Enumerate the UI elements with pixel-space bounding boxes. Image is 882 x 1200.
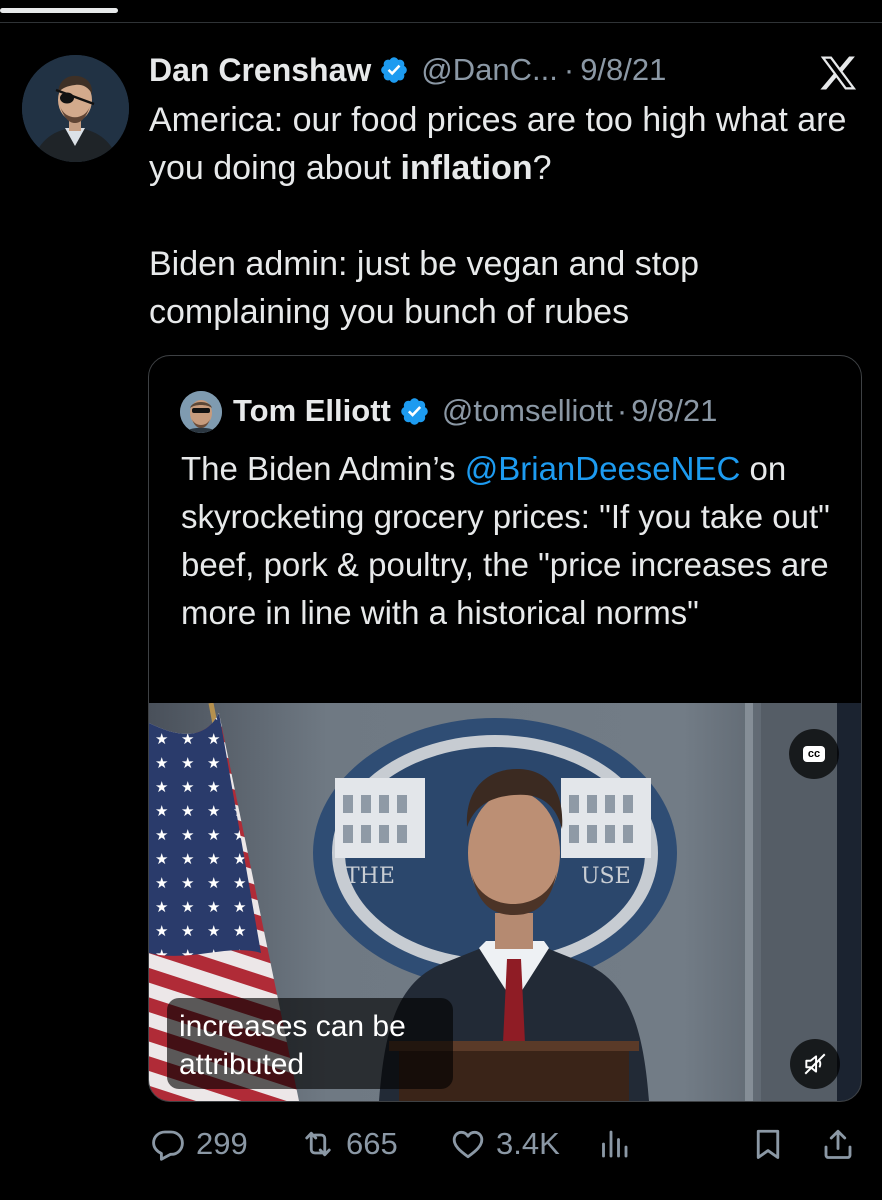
tweet-date[interactable]: 9/8/21 [580, 52, 666, 88]
reply-button[interactable]: 299 [150, 1120, 248, 1168]
video-player[interactable]: ★ THE USE [149, 703, 861, 1101]
mention-link[interactable]: @BrianDeeseNEC [465, 450, 741, 487]
author-avatar[interactable] [22, 55, 129, 162]
top-separator [0, 0, 882, 23]
scene-text-right: USE [581, 864, 631, 889]
scene-text-left: THE [345, 864, 395, 889]
repost-icon [305, 1131, 331, 1157]
reply-icon [152, 1130, 184, 1161]
author-name[interactable]: Dan Crenshaw [149, 52, 371, 89]
quoted-tweet-date[interactable]: 9/8/21 [631, 393, 717, 429]
quoted-tweet-text: The Biden Admin’s @BrianDeeseNEC on skyr… [181, 450, 830, 631]
dot-separator: · [616, 393, 628, 428]
x-logo-icon[interactable] [817, 53, 859, 93]
tweet-text-line1: America: our food prices are too high wh… [149, 101, 847, 187]
like-count: 3.4K [496, 1126, 560, 1161]
dot-separator: · [563, 52, 575, 87]
share-button[interactable] [820, 1120, 856, 1168]
author-handle[interactable]: @DanC... [421, 52, 558, 88]
hashtag-inflation[interactable]: inflation [400, 149, 532, 187]
share-icon [824, 1129, 852, 1159]
verified-badge-icon [381, 57, 408, 83]
quoted-author-handle[interactable]: @tomselliott [442, 393, 613, 429]
bookmark-button[interactable] [750, 1120, 786, 1168]
tweet-actions: 299 665 3.4K [148, 1120, 860, 1168]
closed-captions-button[interactable]: cc [789, 729, 839, 779]
tweet-text-paragraph2: Biden admin: just be vegan and stop comp… [149, 245, 700, 331]
profile-photo [180, 391, 222, 433]
speaker-muted-icon [804, 1053, 826, 1075]
profile-photo [22, 55, 129, 162]
quoted-author-avatar[interactable] [180, 391, 222, 433]
mute-button[interactable] [790, 1039, 840, 1089]
repost-count: 665 [346, 1126, 398, 1161]
reply-count: 299 [196, 1126, 248, 1161]
like-button[interactable]: 3.4K [450, 1120, 560, 1168]
home-indicator [0, 8, 118, 13]
verified-badge-icon [401, 397, 428, 425]
closed-captions-icon: cc [803, 746, 825, 762]
repost-button[interactable]: 665 [300, 1120, 398, 1168]
quoted-author-name[interactable]: Tom Elliott [233, 393, 391, 429]
views-button[interactable] [596, 1120, 632, 1168]
quoted-tweet[interactable]: Tom Elliott @tomselliott · 9/8/21 The Bi… [148, 355, 862, 1102]
tweet-header: Dan Crenshaw @DanC... · 9/8/21 [149, 49, 666, 91]
views-chart-icon [602, 1130, 628, 1158]
heart-icon [452, 1130, 484, 1159]
tweet-text: America: our food prices are too high wh… [149, 96, 859, 336]
video-caption: increases can be attributed [167, 998, 453, 1089]
quoted-tweet-header: Tom Elliott @tomselliott · 9/8/21 [233, 390, 717, 432]
bookmark-icon [756, 1129, 780, 1159]
